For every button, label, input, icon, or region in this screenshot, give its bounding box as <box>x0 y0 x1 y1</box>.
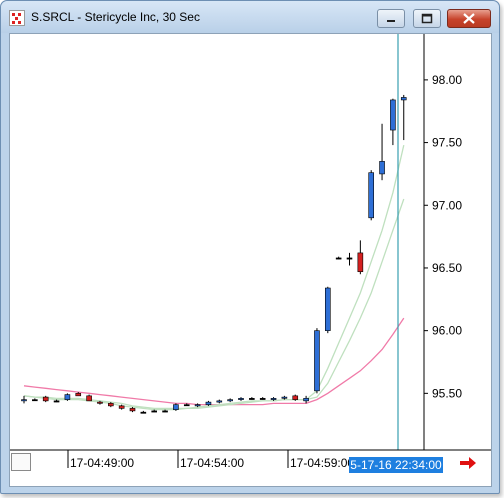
candle-body <box>368 172 375 219</box>
time-tick-label: 17-04:54:00 <box>180 456 244 470</box>
candle-body <box>303 398 309 402</box>
candle-body <box>21 399 27 402</box>
price-chart[interactable]: 98.00 97.50 97.00 96.50 96.00 95.50 17-04:49:… <box>10 34 491 486</box>
price-tick-label: 96.50 <box>432 261 462 275</box>
candle-body <box>270 398 277 400</box>
current-time-label: 5-17-16 22:34:00 <box>349 457 443 473</box>
close-button[interactable] <box>447 9 491 28</box>
time-tick-label: 17-04:59:00 <box>290 456 354 470</box>
candle-body <box>249 398 255 400</box>
candle-body <box>151 410 157 413</box>
candle-body <box>335 257 342 260</box>
price-tick-label: 98.00 <box>432 73 462 87</box>
candle-body <box>379 161 385 175</box>
candle-body <box>324 287 331 331</box>
chart-window: S.SRCL - Stericycle Inc, 30 Sec 98.00 97.… <box>0 0 500 494</box>
candle-body <box>227 399 233 402</box>
candle-body <box>129 408 136 412</box>
title-bar[interactable]: S.SRCL - Stericycle Inc, 30 Sec <box>1 1 499 33</box>
candle-body <box>259 398 266 400</box>
price-tick-label: 95.50 <box>432 386 462 400</box>
price-tick-label: 96.00 <box>432 324 462 338</box>
candle-body <box>216 400 223 403</box>
candle-body <box>162 410 168 413</box>
candle-body <box>42 396 49 402</box>
window-title: S.SRCL - Stericycle Inc, 30 Sec <box>31 10 200 24</box>
candle-body <box>86 395 92 402</box>
candle-body <box>53 400 60 403</box>
candle <box>324 286 331 334</box>
minimize-button[interactable] <box>377 9 405 28</box>
candle-body <box>194 404 201 407</box>
chart-area[interactable]: 98.00 97.50 97.00 96.50 96.00 95.50 17-04:49:… <box>9 33 492 487</box>
chart-app-icon <box>9 10 25 26</box>
candle-body <box>314 330 320 392</box>
maximize-icon <box>421 13 433 24</box>
candle-body <box>32 399 38 402</box>
candle-body <box>64 394 71 400</box>
close-icon <box>463 13 475 24</box>
candle <box>314 328 320 394</box>
candle-body <box>400 97 407 101</box>
candle-body <box>281 396 288 399</box>
candle-body <box>75 393 82 397</box>
candle-body <box>346 257 353 260</box>
candle-body <box>183 404 190 407</box>
scroll-right-arrow-icon[interactable] <box>459 456 477 470</box>
candle <box>173 403 179 411</box>
minimize-icon <box>387 20 395 22</box>
candle-body <box>173 404 179 410</box>
candle-body <box>108 403 114 407</box>
time-tick-label: 17-04:49:00 <box>70 456 134 470</box>
candle-body <box>118 405 125 409</box>
candle <box>64 393 71 401</box>
candle-body <box>97 401 103 404</box>
candle-body <box>238 398 244 400</box>
maximize-button[interactable] <box>413 9 441 28</box>
candle-body <box>292 395 299 400</box>
candle <box>368 170 375 221</box>
price-tick-label: 97.00 <box>432 198 462 212</box>
candle-body <box>357 252 364 273</box>
candle-body <box>205 401 212 405</box>
candle-body <box>140 411 147 414</box>
candle-body <box>390 99 396 131</box>
price-tick-label: 97.50 <box>432 136 462 150</box>
chart-corner-box[interactable] <box>11 453 31 471</box>
